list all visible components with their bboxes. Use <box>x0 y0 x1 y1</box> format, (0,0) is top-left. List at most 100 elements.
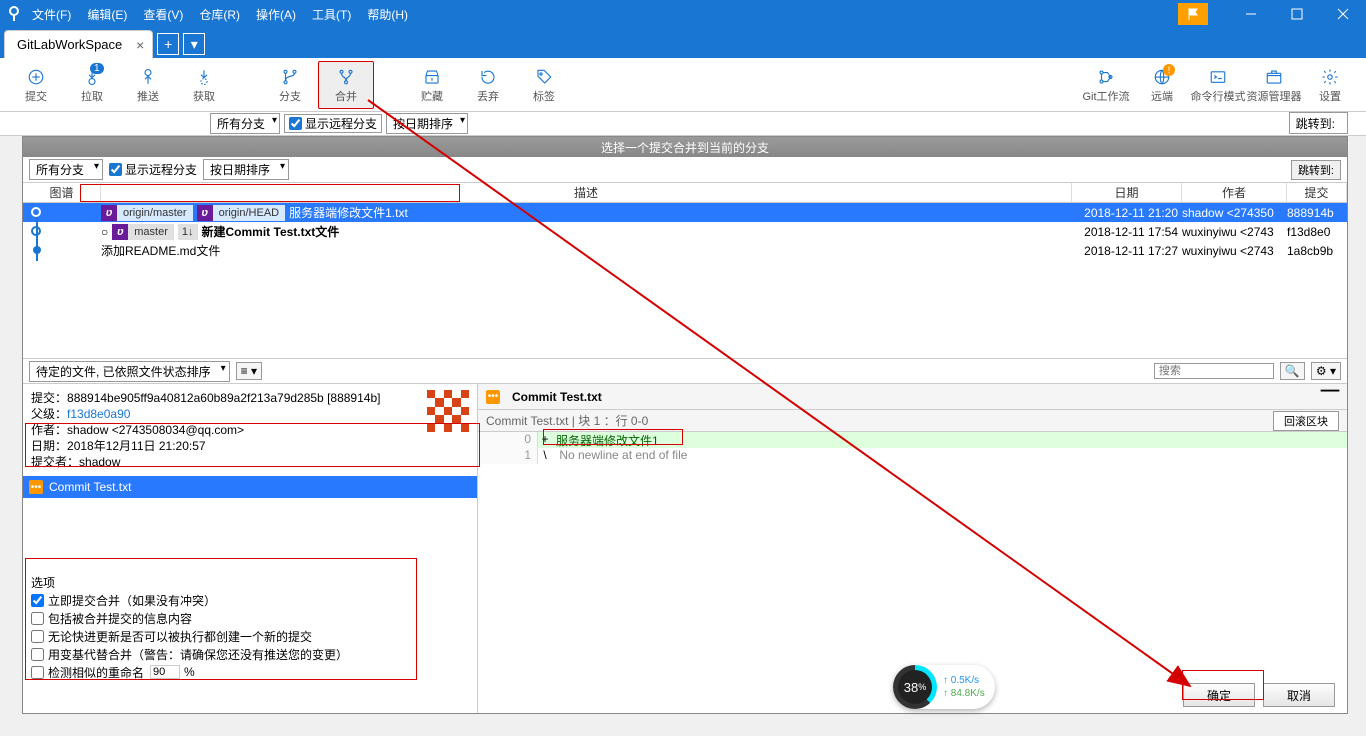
remote-alert-icon: ! <box>1163 64 1175 76</box>
diff-content: 0 + 服务器端修改文件1 1 \ No newline at end of f… <box>478 432 1347 464</box>
diff-line: 0 + 服务器端修改文件1 <box>478 432 1347 448</box>
menu-help[interactable]: 帮助(H) <box>367 6 408 23</box>
opt-no-ff-checkbox[interactable] <box>31 630 44 643</box>
list-view-button[interactable]: ≡ ▾ <box>236 362 262 380</box>
stash-button[interactable]: 贮藏 <box>404 61 460 109</box>
th-graph[interactable]: 图谱 <box>23 183 101 202</box>
menu-tools[interactable]: 工具(T) <box>312 6 351 23</box>
tab-label: GitLabWorkSpace <box>17 37 122 52</box>
commit-row[interactable]: 添加README.md文件 2018-12-11 17:27 wuxinyiwu… <box>23 241 1347 260</box>
tab-close-icon[interactable]: × <box>136 37 144 53</box>
search-input[interactable] <box>1154 363 1274 379</box>
commit-author: wuxinyiwu <2743 <box>1182 244 1287 258</box>
merge-options: 选项 立即提交合并（如果没有冲突） 包括被合并提交的信息内容 无论快进更新是否可… <box>23 568 423 687</box>
bg-filter-remote-checkbox <box>289 117 302 130</box>
dlg-show-remote-checkbox[interactable] <box>109 163 122 176</box>
file-status-icon: ••• <box>29 480 43 494</box>
commit-row[interactable]: ○ ʋmaster 1↓ 新建Commit Test.txt文件 2018-12… <box>23 222 1347 241</box>
discard-button[interactable]: 丢弃 <box>460 61 516 109</box>
commit-row[interactable]: ʋorigin/master ʋorigin/HEAD 服务器端修改文件1.tx… <box>23 203 1347 222</box>
bg-filter-bar: 所有分支 显示远程分支 按日期排序 <box>0 112 1366 136</box>
window-maximize-icon[interactable] <box>1274 0 1320 28</box>
head-marker-icon: ○ <box>101 225 108 239</box>
commit-date: 2018-12-11 17:54 <box>1072 225 1182 239</box>
ref-origin-master: ʋorigin/master <box>101 205 193 221</box>
repo-tab[interactable]: GitLabWorkSpace × <box>4 30 153 58</box>
bg-filter-remote-wrap[interactable]: 显示远程分支 <box>284 114 382 133</box>
hunk-header: Commit Test.txt | 块 1 ：行 0-0 回滚区块 <box>478 410 1347 432</box>
merge-button[interactable]: 合并 <box>318 61 374 109</box>
cancel-button[interactable]: 取消 <box>1263 683 1335 707</box>
dialog-filter-bar: 所有分支 显示远程分支 按日期排序 跳转到: <box>23 157 1347 183</box>
parent-link[interactable]: f13d8e0a90 <box>67 407 130 421</box>
behind-count: 1↓ <box>178 224 198 240</box>
diff-filename: Commit Test.txt <box>512 390 602 404</box>
details-right: ••• Commit Test.txt ▔▔ Commit Test.txt |… <box>478 384 1347 713</box>
commit-button[interactable]: 提交 <box>8 61 64 109</box>
opt-rebase-checkbox[interactable] <box>31 648 44 661</box>
remote-button[interactable]: !远端 <box>1134 61 1190 109</box>
commit-meta: 提交：888914be905ff9a40812a60b89a2f213a79d2… <box>23 384 477 476</box>
tag-button[interactable]: 标签 <box>516 61 572 109</box>
file-name: Commit Test.txt <box>49 480 131 494</box>
new-tab-button[interactable]: + <box>157 33 179 55</box>
diff-menu-button[interactable]: ▔▔ <box>1321 390 1339 404</box>
menu-action[interactable]: 操作(A) <box>256 6 296 23</box>
window-minimize-icon[interactable] <box>1228 0 1274 28</box>
file-sort-dropdown[interactable]: 待定的文件, 已依照文件状态排序 <box>29 361 230 382</box>
opt-rebase[interactable]: 用变基代替合并（警告：请确保您还没有推送您的变更） <box>31 645 415 663</box>
explorer-button[interactable]: 资源管理器 <box>1246 61 1302 109</box>
tab-dropdown-button[interactable]: ▾ <box>183 33 205 55</box>
opt-no-ff[interactable]: 无论快进更新是否可以被执行都创建一个新的提交 <box>31 627 415 645</box>
commit-hash: 888914b <box>1287 206 1347 220</box>
pull-button[interactable]: 1拉取 <box>64 61 120 109</box>
detail-settings-button[interactable]: ⚙ ▾ <box>1311 362 1341 380</box>
dlg-sort-dropdown[interactable]: 按日期排序 <box>203 159 289 180</box>
search-submit-icon[interactable]: 🔍 <box>1280 362 1305 380</box>
file-item[interactable]: ••• Commit Test.txt <box>23 476 477 498</box>
commit-date: 2018-12-11 17:27 <box>1072 244 1182 258</box>
menu-repo[interactable]: 仓库(R) <box>199 6 240 23</box>
opt-commit-merge-checkbox[interactable] <box>31 594 44 607</box>
commit-hash: 1a8cb9b <box>1287 244 1347 258</box>
commit-desc: 新建Commit Test.txt文件 <box>202 223 340 240</box>
bg-filter-branches[interactable]: 所有分支 <box>210 113 280 134</box>
ref-master: ʋmaster <box>112 224 174 240</box>
dlg-jump-button[interactable]: 跳转到: <box>1291 160 1341 180</box>
push-button[interactable]: 推送 <box>120 61 176 109</box>
menu-edit[interactable]: 编辑(E) <box>87 6 127 23</box>
commit-hash: f13d8e0 <box>1287 225 1347 239</box>
commit-author: shadow <274350 <box>1182 206 1287 220</box>
th-commit[interactable]: 提交 <box>1287 183 1347 202</box>
commit-table-header: 图谱 描述 日期 作者 提交 <box>23 183 1347 203</box>
opt-commit-merge[interactable]: 立即提交合并（如果没有冲突） <box>31 591 415 609</box>
commit-avatar-icon <box>427 390 469 432</box>
th-author[interactable]: 作者 <box>1182 183 1287 202</box>
dlg-show-remote-label: 显示远程分支 <box>125 161 197 178</box>
fetch-button[interactable]: 获取 <box>176 61 232 109</box>
commit-author: wuxinyiwu <2743 <box>1182 225 1287 239</box>
detail-toolbar: 待定的文件, 已依照文件状态排序 ≡ ▾ 🔍 ⚙ ▾ <box>23 358 1347 384</box>
opt-include-msg-checkbox[interactable] <box>31 612 44 625</box>
menu-view[interactable]: 查看(V) <box>143 6 183 23</box>
options-title: 选项 <box>31 574 415 591</box>
gitflow-button[interactable]: Git工作流 <box>1078 61 1134 109</box>
menu-bar: 文件(F) 编辑(E) 查看(V) 仓库(R) 操作(A) 工具(T) 帮助(H… <box>28 6 408 23</box>
flag-button[interactable] <box>1178 3 1208 25</box>
commit-rows: ʋorigin/master ʋorigin/HEAD 服务器端修改文件1.tx… <box>23 203 1347 358</box>
dlg-filter-branches[interactable]: 所有分支 <box>29 159 103 180</box>
menu-file[interactable]: 文件(F) <box>32 6 71 23</box>
bg-filter-sort[interactable]: 按日期排序 <box>386 113 468 134</box>
settings-button[interactable]: 设置 <box>1302 61 1358 109</box>
cmdline-button[interactable]: 命令行模式 <box>1190 61 1246 109</box>
merge-dialog: 选择一个提交合并到当前的分支 所有分支 显示远程分支 按日期排序 跳转到: 图谱… <box>22 136 1348 714</box>
main-toolbar: 提交 1拉取 推送 获取 分支 合并 贮藏 丢弃 标签 Git工作流 !远端 命… <box>0 58 1366 112</box>
th-date[interactable]: 日期 <box>1072 183 1182 202</box>
ok-button[interactable]: 确定 <box>1183 683 1255 707</box>
window-close-icon[interactable] <box>1320 0 1366 28</box>
rollback-hunk-button[interactable]: 回滚区块 <box>1273 411 1339 431</box>
th-desc[interactable]: 描述 <box>101 183 1072 202</box>
opt-include-msg[interactable]: 包括被合并提交的信息内容 <box>31 609 415 627</box>
branch-button[interactable]: 分支 <box>262 61 318 109</box>
bg-jump-button[interactable]: 跳转到: <box>1289 112 1348 134</box>
